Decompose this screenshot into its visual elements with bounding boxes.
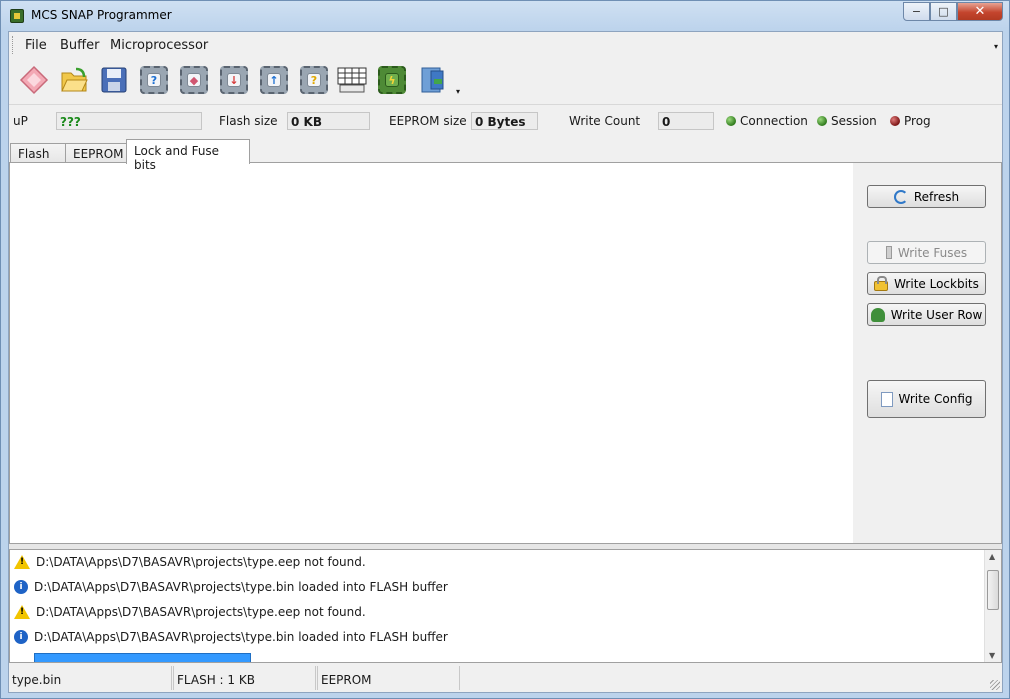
- buffer-grid-icon: [337, 67, 367, 93]
- write-user-row-button[interactable]: Write User Row: [867, 303, 986, 326]
- open-folder-icon: [61, 67, 88, 92]
- status-bar: type.bin FLASH : 1 KB EEPROM: [9, 664, 1002, 692]
- window-controls: − □ ✕: [903, 2, 1003, 22]
- toolbar-read-button[interactable]: ↑: [257, 63, 291, 97]
- status-eeprom: EEPROM: [317, 666, 460, 690]
- toolbar-write-button[interactable]: ↓: [217, 63, 251, 97]
- scroll-down-icon[interactable]: ▼: [989, 651, 995, 660]
- toolbar-verify-button[interactable]: ?: [297, 63, 331, 97]
- log-row[interactable]: i D:\DATA\Apps\D7\BASAVR\projects\type.b…: [14, 576, 448, 598]
- write-config-label: Write Config: [898, 392, 973, 406]
- log-selected-row[interactable]: [34, 653, 251, 662]
- menu-file[interactable]: File: [25, 38, 47, 53]
- flash-size-label: Flash size: [219, 114, 278, 128]
- write-lockbits-label: Write Lockbits: [894, 276, 979, 291]
- toolbar-erase-chip-button[interactable]: ◆: [177, 63, 211, 97]
- write-config-button[interactable]: Write Config: [867, 380, 986, 418]
- toolbar: ? ◆ ↓ ↑ ? ϟ ▾: [9, 59, 469, 99]
- tab-lock-and-fuse-bits[interactable]: Lock and Fuse bits: [126, 139, 250, 172]
- log-scrollbar[interactable]: ▲ ▼: [984, 550, 1001, 662]
- connection-led-icon: [726, 116, 736, 126]
- session-led-icon: [817, 116, 827, 126]
- erase-chip-pink-icon: ◆: [180, 66, 208, 94]
- close-button[interactable]: ✕: [957, 2, 1003, 21]
- eeprom-size-value: 0 Bytes: [471, 112, 538, 130]
- identify-chip-icon: ?: [140, 66, 168, 94]
- minimize-button[interactable]: −: [903, 2, 930, 21]
- refresh-icon: [893, 189, 908, 204]
- toolbar-open-button[interactable]: [57, 63, 91, 97]
- exit-door-icon: [421, 67, 444, 93]
- menu-bar: File Buffer Microprocessor ▾: [9, 32, 1002, 58]
- tab-strip: Flash EEPROM Lock and Fuse bits: [9, 138, 1002, 172]
- toolbar-erase-button[interactable]: [17, 63, 51, 97]
- client-area: File Buffer Microprocessor ▾ ? ◆ ↓ ↑ ? ϟ…: [8, 31, 1003, 693]
- eeprom-size-label: EEPROM size: [389, 114, 467, 128]
- lock-fuse-panel: Refresh Write Fuses Write Lockbits Write…: [9, 162, 1002, 544]
- write-count-value: 0: [658, 112, 714, 130]
- log-row[interactable]: D:\DATA\Apps\D7\BASAVR\projects\type.eep…: [14, 601, 366, 623]
- write-user-row-label: Write User Row: [890, 307, 983, 322]
- status-file: type.bin: [9, 666, 172, 690]
- log-text: D:\DATA\Apps\D7\BASAVR\projects\type.eep…: [36, 555, 366, 569]
- save-disk-icon: [101, 67, 127, 93]
- toolbar-exit-button[interactable]: [415, 63, 449, 97]
- log-text: D:\DATA\Apps\D7\BASAVR\projects\type.bin…: [34, 580, 448, 594]
- toolbar-identify-button[interactable]: ?: [137, 63, 171, 97]
- log-text: D:\DATA\Apps\D7\BASAVR\projects\type.eep…: [36, 605, 366, 619]
- up-value: ???: [56, 112, 202, 130]
- log-text: D:\DATA\Apps\D7\BASAVR\projects\type.bin…: [34, 630, 448, 644]
- toolbar-overflow-icon[interactable]: ▾: [456, 87, 460, 96]
- write-fuses-label: Write Fuses: [897, 245, 968, 260]
- read-chip-icon: ↑: [260, 66, 288, 94]
- info-icon: i: [14, 580, 28, 594]
- prog-led-icon: [890, 116, 900, 126]
- log-row[interactable]: D:\DATA\Apps\D7\BASAVR\projects\type.eep…: [14, 551, 366, 573]
- message-log[interactable]: D:\DATA\Apps\D7\BASAVR\projects\type.eep…: [9, 549, 1002, 663]
- write-count-label: Write Count: [569, 114, 641, 128]
- write-chip-icon: ↓: [220, 66, 248, 94]
- status-flash: FLASH : 1 KB: [173, 666, 316, 690]
- write-fuses-button[interactable]: Write Fuses: [867, 241, 986, 264]
- toolbar-auto-button[interactable]: ϟ: [375, 63, 409, 97]
- auto-program-icon: ϟ: [378, 66, 406, 94]
- session-label: Session: [831, 114, 877, 128]
- menu-overflow-icon[interactable]: ▾: [994, 42, 998, 51]
- log-row[interactable]: i D:\DATA\Apps\D7\BASAVR\projects\type.b…: [14, 626, 448, 648]
- write-lockbits-button[interactable]: Write Lockbits: [867, 272, 986, 295]
- erase-chip-icon: [19, 65, 49, 95]
- document-icon: [880, 391, 893, 407]
- refresh-button[interactable]: Refresh: [867, 185, 986, 208]
- maximize-button[interactable]: □: [930, 2, 957, 21]
- lock-icon: [874, 275, 889, 291]
- menu-microprocessor[interactable]: Microprocessor: [110, 38, 208, 53]
- tab-flash[interactable]: Flash: [10, 143, 66, 163]
- action-panel: Refresh Write Fuses Write Lockbits Write…: [853, 163, 1001, 543]
- fuse-icon: [885, 246, 892, 259]
- flash-size-value: 0 KB: [287, 112, 370, 130]
- refresh-label: Refresh: [913, 189, 960, 204]
- prog-label: Prog: [904, 114, 931, 128]
- menu-buffer[interactable]: Buffer: [60, 38, 99, 53]
- resize-grip-icon[interactable]: [990, 680, 1000, 690]
- app-chip-icon[interactable]: [10, 9, 24, 23]
- app-window: MCS SNAP Programmer − □ ✕ File Buffer Mi…: [0, 0, 1010, 699]
- warning-icon: [14, 605, 30, 619]
- toolbar-buffer-button[interactable]: [335, 63, 369, 97]
- info-icon: i: [14, 630, 28, 644]
- scroll-thumb[interactable]: [987, 570, 999, 610]
- scroll-up-icon[interactable]: ▲: [989, 552, 995, 561]
- warning-icon: [14, 555, 30, 569]
- toolbar-save-button[interactable]: [97, 63, 131, 97]
- user-icon: [870, 307, 885, 322]
- verify-chip-icon: ?: [300, 66, 328, 94]
- menu-grip-icon[interactable]: [12, 36, 15, 54]
- connection-label: Connection: [740, 114, 808, 128]
- up-label: uP: [13, 114, 28, 128]
- window-title: MCS SNAP Programmer: [31, 8, 172, 22]
- device-info-bar: uP ??? Flash size 0 KB EEPROM size 0 Byt…: [9, 104, 1002, 136]
- tab-eeprom[interactable]: EEPROM: [65, 143, 127, 163]
- title-bar[interactable]: MCS SNAP Programmer − □ ✕: [1, 1, 1009, 31]
